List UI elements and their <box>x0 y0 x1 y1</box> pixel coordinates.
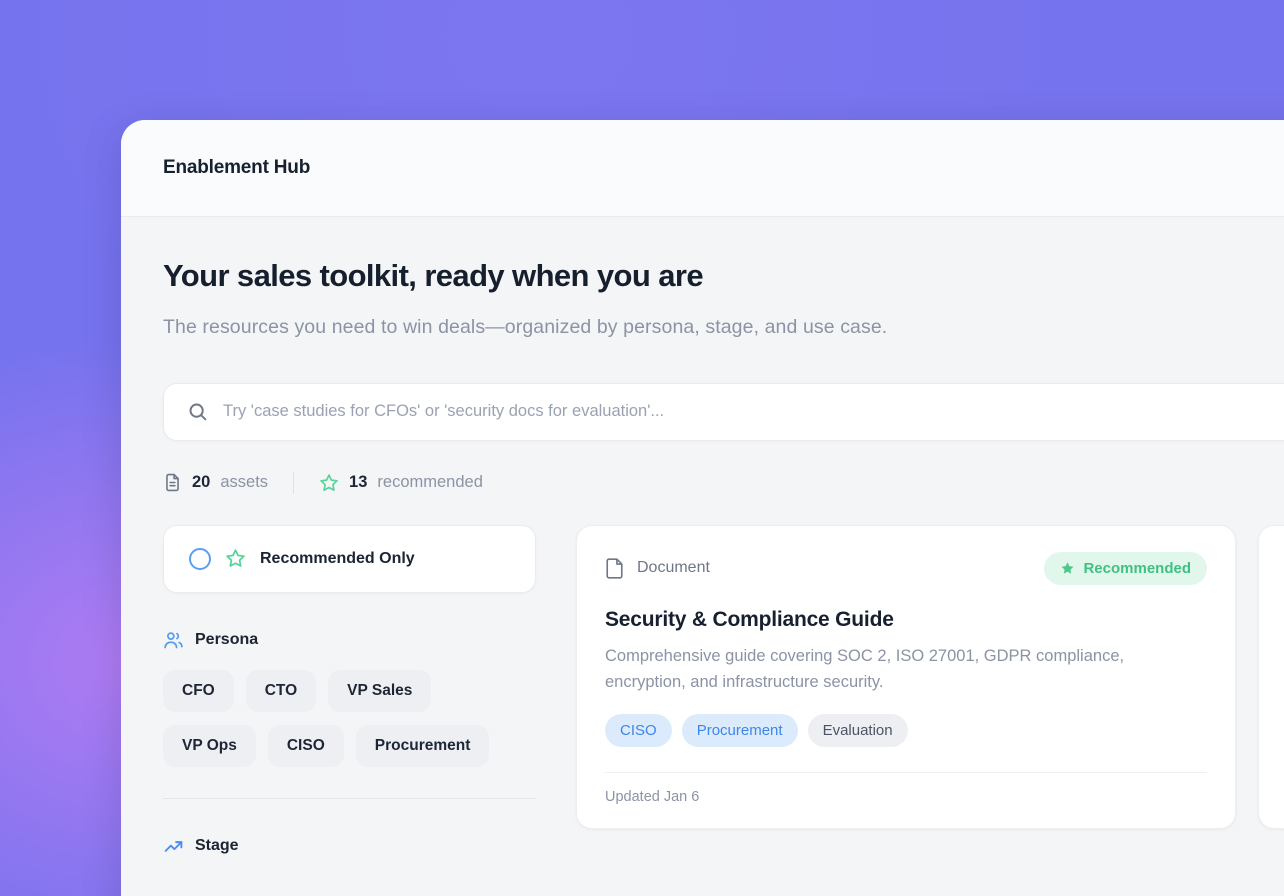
main-grid: Recommended Only Persona CFO CTO <box>163 525 1284 876</box>
document-icon <box>605 558 624 579</box>
tag-procurement[interactable]: Procurement <box>682 714 798 747</box>
persona-filter-section: Persona CFO CTO VP Sales VP Ops CISO Pro… <box>163 630 536 767</box>
card-tag-list: CISO Procurement Evaluation <box>605 714 1207 747</box>
persona-chip-cfo[interactable]: CFO <box>163 670 234 712</box>
card-footer: Updated Jan 6 <box>605 772 1207 828</box>
assets-label: assets <box>220 473 268 492</box>
search-icon <box>187 401 208 422</box>
radio-circle-icon[interactable] <box>189 548 211 570</box>
main-content: Your sales toolkit, ready when you are T… <box>121 217 1284 896</box>
asset-card-list: Document Recommended Security & Complian… <box>576 525 1284 829</box>
persona-chip-ciso[interactable]: CISO <box>268 725 344 767</box>
recommended-count-stat: 13 recommended <box>319 473 483 493</box>
file-icon <box>163 473 182 492</box>
page-title: Your sales toolkit, ready when you are <box>163 258 1284 294</box>
filters-sidebar: Recommended Only Persona CFO CTO <box>163 525 536 876</box>
recommended-count: 13 <box>349 473 367 492</box>
divider <box>293 472 294 494</box>
card-description: Comprehensive guide covering SOC 2, ISO … <box>605 643 1187 695</box>
recommended-badge-label: Recommended <box>1083 560 1191 577</box>
tag-ciso[interactable]: CISO <box>605 714 672 747</box>
persona-chip-vp-sales[interactable]: VP Sales <box>328 670 431 712</box>
star-outline-icon <box>225 548 246 569</box>
star-filled-icon <box>1060 561 1075 576</box>
card-updated-date: Updated Jan 6 <box>605 789 699 805</box>
persona-chip-procurement[interactable]: Procurement <box>356 725 490 767</box>
card-header-row: Document Recommended <box>605 552 1207 585</box>
persona-filter-label: Persona <box>195 631 258 649</box>
app-title: Enablement Hub <box>163 157 310 179</box>
asset-card-security-compliance[interactable]: Document Recommended Security & Complian… <box>576 525 1236 829</box>
persona-chip-cto[interactable]: CTO <box>246 670 316 712</box>
persona-filter-header: Persona <box>163 630 536 651</box>
recommended-label: recommended <box>377 473 482 492</box>
persona-chip-vp-ops[interactable]: VP Ops <box>163 725 256 767</box>
assets-count-stat: 20 assets <box>163 473 268 492</box>
stage-filter-label: Stage <box>195 837 239 855</box>
search-bar[interactable] <box>163 383 1284 441</box>
users-icon <box>163 630 184 651</box>
star-outline-icon <box>319 473 339 493</box>
app-header: Enablement Hub <box>121 120 1284 217</box>
stage-filter-section: Stage <box>163 836 536 857</box>
trending-up-icon <box>163 836 184 857</box>
divider <box>163 798 536 799</box>
stats-row: 20 assets 13 recommended <box>163 472 1284 494</box>
card-type: Document <box>605 558 710 579</box>
asset-card-partial[interactable] <box>1258 525 1284 829</box>
assets-count: 20 <box>192 473 210 492</box>
tag-evaluation[interactable]: Evaluation <box>808 714 908 747</box>
recommended-only-label: Recommended Only <box>260 550 415 568</box>
page-subtitle: The resources you need to win deals—orga… <box>163 311 963 345</box>
stage-filter-header: Stage <box>163 836 536 857</box>
recommended-only-toggle[interactable]: Recommended Only <box>163 525 536 593</box>
app-panel: Enablement Hub Your sales toolkit, ready… <box>121 120 1284 896</box>
recommended-badge: Recommended <box>1044 552 1207 585</box>
card-title: Security & Compliance Guide <box>605 608 1207 632</box>
search-input[interactable] <box>223 402 1284 421</box>
persona-chip-list: CFO CTO VP Sales VP Ops CISO Procurement <box>163 670 536 767</box>
card-type-label: Document <box>637 559 710 577</box>
